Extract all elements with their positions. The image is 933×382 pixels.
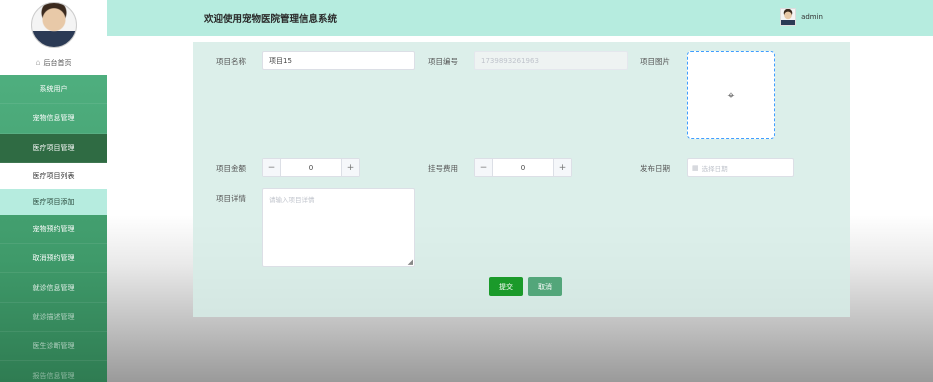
move-cursor-icon: ⌖ [727, 87, 735, 102]
decrement-button[interactable]: − [263, 159, 281, 176]
resize-handle-icon[interactable]: ◢ [408, 258, 413, 266]
sidebar-item-cancel-appointments[interactable]: 取消预约管理 [0, 244, 107, 274]
project-amount-value[interactable]: 0 [281, 159, 341, 176]
registration-fee-stepper[interactable]: − 0 + [474, 158, 572, 177]
project-image-label: 项目图片 [640, 57, 670, 66]
sidebar-item-label: 报告信息管理 [32, 371, 75, 380]
sidebar-item-reports[interactable]: 报告信息管理 [0, 361, 107, 382]
sidebar: ⌂ 后台首页 系统用户 宠物信息管理 医疗项目管理 医疗项目列表 医疗项目添加 … [0, 0, 107, 382]
username-label[interactable]: admin [801, 13, 823, 21]
publish-date-picker[interactable]: ▦ 选择日期 [687, 158, 794, 177]
project-detail-textarea[interactable]: 请输入项目详情 ◢ [262, 188, 415, 267]
decrement-button[interactable]: − [475, 159, 493, 176]
sidebar-item-system-users[interactable]: 系统用户 [0, 75, 107, 105]
sidebar-item-home[interactable]: ⌂ 后台首页 [0, 50, 107, 75]
sidebar-item-label: 医疗项目管理 [32, 143, 75, 152]
project-name-value: 项目15 [269, 56, 292, 65]
sidebar-item-label: 宠物预约管理 [32, 225, 75, 234]
increment-button[interactable]: + [341, 159, 359, 176]
avatar[interactable] [30, 2, 77, 48]
top-header: 欢迎使用宠物医院管理信息系统 admin [107, 0, 933, 36]
registration-fee-label: 挂号费用 [428, 164, 458, 173]
sidebar-subitem-project-add[interactable]: 医疗项目添加 [0, 188, 107, 215]
cancel-button[interactable]: 取消 [528, 277, 562, 296]
project-code-label: 项目编号 [428, 57, 458, 66]
sidebar-item-label: 就诊信息管理 [32, 283, 75, 292]
publish-date-placeholder: 选择日期 [701, 164, 728, 173]
sidebar-item-doctor-diagnosis[interactable]: 医生诊断管理 [0, 332, 107, 362]
sidebar-item-visit-info[interactable]: 就诊信息管理 [0, 273, 107, 303]
registration-fee-value[interactable]: 0 [493, 159, 553, 176]
sidebar-item-pet-info[interactable]: 宠物信息管理 [0, 104, 107, 134]
sidebar-item-label: 医生诊断管理 [32, 342, 75, 351]
sidebar-avatar-area [0, 0, 107, 50]
sidebar-item-appointments[interactable]: 宠物预约管理 [0, 215, 107, 245]
project-detail-placeholder: 请输入项目详情 [269, 196, 315, 204]
project-form: 项目名称 项目15 项目编号 1739893261963 项目图片 ⌖ 项目金额… [193, 42, 850, 317]
sidebar-item-label: 医疗项目添加 [32, 197, 75, 206]
project-detail-label: 项目详情 [216, 194, 246, 203]
page-title: 欢迎使用宠物医院管理信息系统 [204, 14, 338, 25]
sidebar-item-label: 后台首页 [43, 58, 72, 67]
home-icon: ⌂ [35, 58, 41, 67]
sidebar-item-label: 系统用户 [39, 85, 68, 94]
project-name-label: 项目名称 [216, 57, 246, 66]
sidebar-item-medical-projects[interactable]: 医疗项目管理 [0, 133, 107, 163]
project-code-input: 1739893261963 [474, 51, 628, 70]
increment-button[interactable]: + [553, 159, 571, 176]
project-code-value: 1739893261963 [481, 56, 539, 65]
sidebar-item-label: 取消预约管理 [32, 254, 75, 263]
image-upload-box[interactable]: ⌖ [687, 51, 775, 139]
user-menu[interactable]: admin [780, 8, 823, 26]
project-amount-label: 项目金额 [216, 164, 246, 173]
submit-button[interactable]: 提交 [489, 277, 523, 296]
calendar-icon: ▦ [692, 163, 699, 172]
publish-date-label: 发布日期 [640, 164, 670, 173]
sidebar-item-visit-description[interactable]: 就诊描述管理 [0, 303, 107, 333]
project-name-input[interactable]: 项目15 [262, 51, 415, 70]
sidebar-item-label: 医疗项目列表 [32, 171, 75, 180]
project-amount-stepper[interactable]: − 0 + [262, 158, 360, 177]
sidebar-item-label: 就诊描述管理 [32, 312, 75, 321]
sidebar-subitem-project-list[interactable]: 医疗项目列表 [0, 162, 107, 189]
sidebar-item-label: 宠物信息管理 [32, 114, 75, 123]
user-avatar[interactable] [780, 8, 797, 26]
